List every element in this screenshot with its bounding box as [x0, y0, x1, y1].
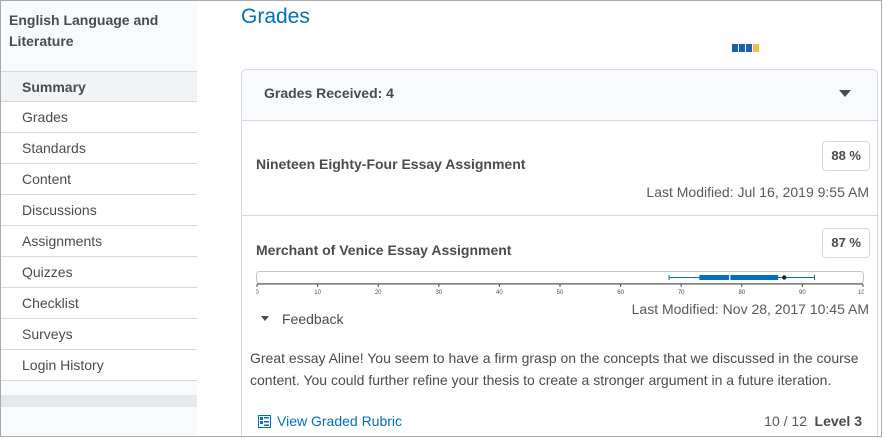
loader-block — [739, 44, 745, 52]
feedback-label: Feedback — [282, 311, 344, 327]
course-title: English Language and Literature — [9, 12, 159, 49]
grades-card: Grades Received: 4 Nineteen Eighty-Four … — [241, 69, 878, 436]
sidebar-item-checklist[interactable]: Checklist — [1, 288, 197, 319]
rubric-level: Level 3 — [814, 413, 862, 429]
rubric-score: 10 / 12 — [764, 413, 807, 429]
rubric-icon — [258, 415, 271, 428]
x-tick-label: 30 — [435, 290, 442, 295]
grade-distribution-chart: 0 10 20 30 40 50 60 70 80 90 100 — [256, 271, 864, 295]
sidebar-item-summary[interactable]: Summary — [1, 71, 197, 102]
sidebar-item-surveys[interactable]: Surveys — [1, 319, 197, 350]
grades-received-label: Grades Received: 4 — [264, 85, 394, 101]
grade-item-name[interactable]: Merchant of Venice Essay Assignment — [256, 242, 511, 258]
sidebar-item-discussions[interactable]: Discussions — [1, 195, 197, 226]
feedback-toggle[interactable]: Feedback — [261, 311, 343, 327]
x-tick-label: 50 — [557, 290, 564, 295]
x-tick-label: 90 — [799, 290, 806, 295]
rubric-link-label: View Graded Rubric — [277, 413, 403, 429]
score-badge: 87 % — [822, 228, 870, 258]
loader-block — [753, 44, 759, 52]
sidebar-item-grades[interactable]: Grades — [1, 102, 197, 133]
sidebar: English Language and Literature Summary … — [1, 1, 197, 436]
last-modified: Last Modified: Nov 28, 2017 10:45 AM — [631, 301, 869, 317]
caret-down-icon — [261, 315, 269, 321]
score-badge: 88 % — [822, 141, 870, 171]
x-tick-label: 100 — [858, 290, 864, 295]
grade-item: Nineteen Eighty-Four Essay Assignment 88… — [242, 121, 877, 216]
x-tick-label: 10 — [314, 290, 321, 295]
loader-block — [746, 44, 752, 52]
app-window: English Language and Literature Summary … — [0, 0, 882, 437]
x-tick-label: 0 — [256, 290, 259, 295]
loading-indicator — [732, 39, 760, 52]
x-tick-label: 40 — [496, 290, 503, 295]
page-title: Grades — [241, 5, 310, 28]
sidebar-divider — [1, 395, 197, 407]
score-marker — [782, 275, 787, 280]
grades-received-header[interactable]: Grades Received: 4 — [242, 70, 877, 121]
sidebar-item-quizzes[interactable]: Quizzes — [1, 257, 197, 288]
last-modified: Last Modified: Jul 16, 2019 9:55 AM — [646, 184, 869, 200]
x-tick-label: 60 — [617, 290, 624, 295]
sidebar-item-standards[interactable]: Standards — [1, 133, 197, 164]
x-tick-label: 80 — [738, 290, 745, 295]
loader-block — [732, 44, 738, 52]
x-tick-label: 20 — [375, 290, 382, 295]
view-graded-rubric-link[interactable]: View Graded Rubric — [258, 413, 402, 429]
feedback-text: Great essay Aline! You seem to have a fi… — [250, 350, 859, 388]
sidebar-item-login-history[interactable]: Login History — [1, 350, 197, 381]
caret-down-icon[interactable] — [839, 90, 851, 97]
grade-item-name[interactable]: Nineteen Eighty-Four Essay Assignment — [256, 156, 525, 172]
iqr-box — [699, 275, 779, 280]
sidebar-item-assignments[interactable]: Assignments — [1, 226, 197, 257]
grade-item: Merchant of Venice Essay Assignment 87 %… — [242, 216, 877, 436]
x-tick-label: 70 — [678, 290, 685, 295]
sidebar-item-content[interactable]: Content — [1, 164, 197, 195]
boxplot-svg: 0 10 20 30 40 50 60 70 80 90 100 — [256, 271, 864, 295]
sidebar-nav: Summary Grades Standards Content Discuss… — [1, 71, 197, 381]
